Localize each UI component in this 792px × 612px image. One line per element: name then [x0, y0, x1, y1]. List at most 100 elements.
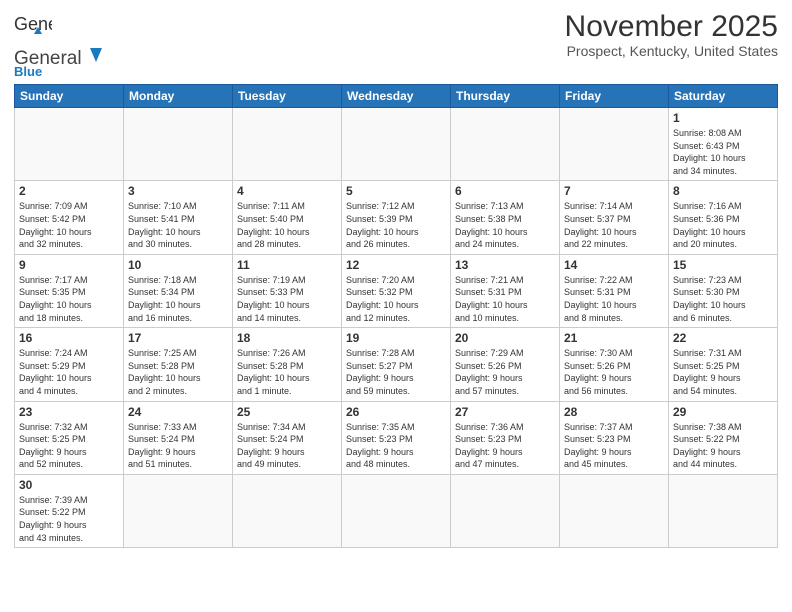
table-row: 24 Sunrise: 7:33 AM Sunset: 5:24 PM Dayli…	[124, 401, 233, 474]
table-row: 15 Sunrise: 7:23 AM Sunset: 5:30 PM Dayli…	[669, 254, 778, 327]
day-number: 12	[346, 258, 446, 272]
day-number: 4	[237, 184, 337, 198]
day-info: Sunrise: 7:34 AM Sunset: 5:24 PM Dayligh…	[237, 421, 337, 471]
calendar-table: Sunday Monday Tuesday Wednesday Thursday…	[14, 84, 778, 548]
day-number: 16	[19, 331, 119, 345]
logo: General General Blue	[14, 10, 104, 78]
day-info: Sunrise: 7:37 AM Sunset: 5:23 PM Dayligh…	[564, 421, 664, 471]
table-row: 12 Sunrise: 7:20 AM Sunset: 5:32 PM Dayli…	[342, 254, 451, 327]
table-row: 14Sunrise: 7:22 AM Sunset: 5:31 PM Dayli…	[560, 254, 669, 327]
table-row: 3Sunrise: 7:10 AM Sunset: 5:41 PM Daylig…	[124, 181, 233, 254]
calendar-header-row: Sunday Monday Tuesday Wednesday Thursday…	[15, 85, 778, 108]
table-row	[451, 108, 560, 181]
day-number: 15	[673, 258, 773, 272]
table-row: 5 Sunrise: 7:12 AM Sunset: 5:39 PM Daylig…	[342, 181, 451, 254]
day-info: Sunrise: 7:36 AM Sunset: 5:23 PM Dayligh…	[455, 421, 555, 471]
col-wednesday: Wednesday	[342, 85, 451, 108]
day-info: Sunrise: 7:38 AM Sunset: 5:22 PM Dayligh…	[673, 421, 773, 471]
title-section: November 2025 Prospect, Kentucky, United…	[565, 10, 778, 59]
day-info: Sunrise: 7:32 AM Sunset: 5:25 PM Dayligh…	[19, 421, 119, 471]
col-sunday: Sunday	[15, 85, 124, 108]
day-info: Sunrise: 7:12 AM Sunset: 5:39 PM Dayligh…	[346, 200, 446, 250]
day-info: Sunrise: 7:11 AM Sunset: 5:40 PM Dayligh…	[237, 200, 337, 250]
table-row	[124, 108, 233, 181]
table-row: 23 Sunrise: 7:32 AM Sunset: 5:25 PM Dayli…	[15, 401, 124, 474]
day-number: 9	[19, 258, 119, 272]
header: General General Blue November 2025 Prosp…	[14, 10, 778, 78]
table-row	[15, 108, 124, 181]
table-row: 26Sunrise: 7:35 AM Sunset: 5:23 PM Dayli…	[342, 401, 451, 474]
table-row: 27 Sunrise: 7:36 AM Sunset: 5:23 PM Dayli…	[451, 401, 560, 474]
day-number: 13	[455, 258, 555, 272]
table-row: 25 Sunrise: 7:34 AM Sunset: 5:24 PM Dayli…	[233, 401, 342, 474]
table-row: 28 Sunrise: 7:37 AM Sunset: 5:23 PM Dayli…	[560, 401, 669, 474]
logo-icon: General	[14, 10, 52, 42]
table-row: 30 Sunrise: 7:39 AM Sunset: 5:22 PM Dayli…	[15, 474, 124, 547]
day-number: 29	[673, 405, 773, 419]
day-number: 21	[564, 331, 664, 345]
table-row: 22Sunrise: 7:31 AM Sunset: 5:25 PM Dayli…	[669, 328, 778, 401]
day-number: 22	[673, 331, 773, 345]
month-title: November 2025	[565, 10, 778, 43]
col-friday: Friday	[560, 85, 669, 108]
table-row: 13 Sunrise: 7:21 AM Sunset: 5:31 PM Dayli…	[451, 254, 560, 327]
table-row: 10 Sunrise: 7:18 AM Sunset: 5:34 PM Dayli…	[124, 254, 233, 327]
table-row	[451, 474, 560, 547]
day-number: 19	[346, 331, 446, 345]
day-number: 18	[237, 331, 337, 345]
day-number: 5	[346, 184, 446, 198]
day-number: 8	[673, 184, 773, 198]
day-number: 23	[19, 405, 119, 419]
table-row: 11 Sunrise: 7:19 AM Sunset: 5:33 PM Dayli…	[233, 254, 342, 327]
day-number: 10	[128, 258, 228, 272]
day-number: 3	[128, 184, 228, 198]
table-row	[233, 108, 342, 181]
day-info: Sunrise: 7:19 AM Sunset: 5:33 PM Dayligh…	[237, 274, 337, 324]
day-number: 28	[564, 405, 664, 419]
table-row: 20Sunrise: 7:29 AM Sunset: 5:26 PM Dayli…	[451, 328, 560, 401]
day-number: 2	[19, 184, 119, 198]
day-number: 17	[128, 331, 228, 345]
day-number: 11	[237, 258, 337, 272]
day-info: Sunrise: 7:23 AM Sunset: 5:30 PM Dayligh…	[673, 274, 773, 324]
table-row	[233, 474, 342, 547]
day-number: 25	[237, 405, 337, 419]
day-number: 27	[455, 405, 555, 419]
day-number: 30	[19, 478, 119, 492]
table-row: 18 Sunrise: 7:26 AM Sunset: 5:28 PM Dayli…	[233, 328, 342, 401]
table-row: 7 Sunrise: 7:14 AM Sunset: 5:37 PM Daylig…	[560, 181, 669, 254]
day-info: Sunrise: 8:08 AM Sunset: 6:43 PM Dayligh…	[673, 127, 773, 177]
day-info: Sunrise: 7:14 AM Sunset: 5:37 PM Dayligh…	[564, 200, 664, 250]
day-info: Sunrise: 7:20 AM Sunset: 5:32 PM Dayligh…	[346, 274, 446, 324]
day-info: Sunrise: 7:26 AM Sunset: 5:28 PM Dayligh…	[237, 347, 337, 397]
day-info: Sunrise: 7:09 AM Sunset: 5:42 PM Dayligh…	[19, 200, 119, 250]
day-info: Sunrise: 7:39 AM Sunset: 5:22 PM Dayligh…	[19, 494, 119, 544]
day-info: Sunrise: 7:28 AM Sunset: 5:27 PM Dayligh…	[346, 347, 446, 397]
day-number: 20	[455, 331, 555, 345]
day-info: Sunrise: 7:21 AM Sunset: 5:31 PM Dayligh…	[455, 274, 555, 324]
day-info: Sunrise: 7:25 AM Sunset: 5:28 PM Dayligh…	[128, 347, 228, 397]
day-number: 26	[346, 405, 446, 419]
table-row	[124, 474, 233, 547]
table-row: 9Sunrise: 7:17 AM Sunset: 5:35 PM Daylig…	[15, 254, 124, 327]
location: Prospect, Kentucky, United States	[565, 43, 778, 59]
svg-text:Blue: Blue	[14, 64, 42, 78]
table-row: 16Sunrise: 7:24 AM Sunset: 5:29 PM Dayli…	[15, 328, 124, 401]
table-row	[669, 474, 778, 547]
table-row: 8Sunrise: 7:16 AM Sunset: 5:36 PM Daylig…	[669, 181, 778, 254]
day-info: Sunrise: 7:30 AM Sunset: 5:26 PM Dayligh…	[564, 347, 664, 397]
day-info: Sunrise: 7:33 AM Sunset: 5:24 PM Dayligh…	[128, 421, 228, 471]
svg-text:General: General	[14, 14, 52, 34]
day-number: 14	[564, 258, 664, 272]
day-number: 24	[128, 405, 228, 419]
col-monday: Monday	[124, 85, 233, 108]
day-number: 7	[564, 184, 664, 198]
day-info: Sunrise: 7:18 AM Sunset: 5:34 PM Dayligh…	[128, 274, 228, 324]
day-info: Sunrise: 7:13 AM Sunset: 5:38 PM Dayligh…	[455, 200, 555, 250]
day-number: 6	[455, 184, 555, 198]
col-saturday: Saturday	[669, 85, 778, 108]
table-row: 17 Sunrise: 7:25 AM Sunset: 5:28 PM Dayli…	[124, 328, 233, 401]
table-row	[560, 108, 669, 181]
page: General General Blue November 2025 Prosp…	[0, 0, 792, 612]
table-row: 4 Sunrise: 7:11 AM Sunset: 5:40 PM Daylig…	[233, 181, 342, 254]
